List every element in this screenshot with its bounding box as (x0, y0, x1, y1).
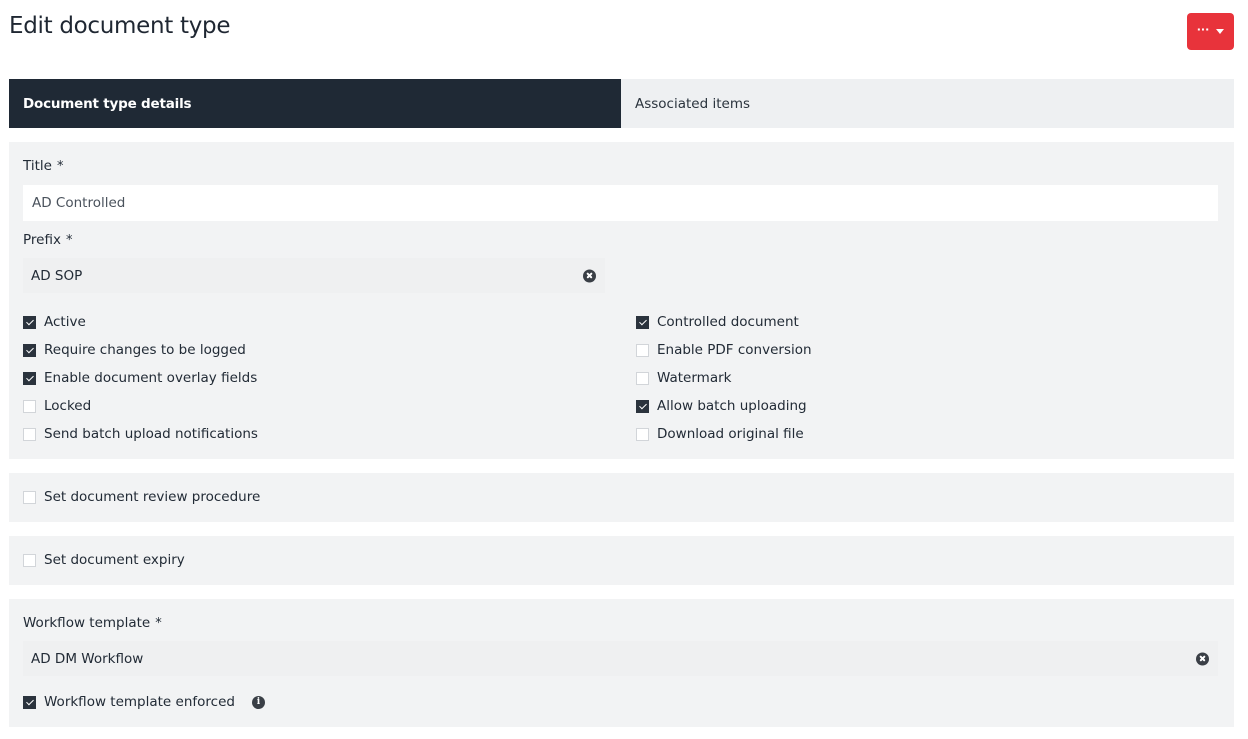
document-type-details-panel: Title * AD Controlled Prefix * AD SOP Acti… (9, 142, 1234, 459)
required-mark: * (56, 159, 64, 174)
more-actions-button[interactable]: ··· (1187, 13, 1234, 50)
prefix-label: Prefix * (23, 232, 73, 248)
workflow-template-label: Workflow template * (23, 615, 162, 631)
tab-associated-items[interactable]: Associated items (621, 79, 1234, 128)
checkbox[interactable] (23, 695, 36, 709)
clear-icon[interactable] (1196, 652, 1209, 665)
checkbox[interactable] (23, 371, 36, 385)
tab-bar: Document type details Associated items (9, 79, 1234, 128)
checkbox[interactable] (636, 371, 649, 385)
required-mark: * (155, 616, 162, 631)
workflow-template-value: AD DM Workflow (31, 650, 144, 667)
checkbox[interactable] (23, 490, 36, 504)
option-active[interactable]: Active (23, 312, 86, 332)
page-title: Edit document type (9, 13, 231, 39)
workflow-template-select[interactable]: AD DM Workflow (23, 641, 1218, 676)
option-allow-batch-uploading[interactable]: Allow batch uploading (636, 396, 807, 416)
checkbox[interactable] (23, 553, 36, 567)
checkbox[interactable] (23, 427, 36, 441)
prefix-value: AD SOP (31, 267, 83, 284)
checkbox[interactable] (636, 343, 649, 357)
option-watermark[interactable]: Watermark (636, 368, 731, 388)
prefix-select[interactable]: AD SOP (23, 258, 605, 293)
title-input[interactable]: AD Controlled (23, 185, 1218, 221)
review-procedure-panel: Set document review procedure (9, 473, 1234, 522)
option-controlled-document[interactable]: Controlled document (636, 312, 799, 332)
workflow-panel: Workflow template * AD DM Workflow Workfl… (9, 599, 1234, 727)
caret-down-icon (1216, 29, 1225, 34)
checkbox[interactable] (23, 343, 36, 357)
option-enable-overlay-fields[interactable]: Enable document overlay fields (23, 368, 257, 388)
document-expiry-panel: Set document expiry (9, 536, 1234, 585)
option-enable-pdf-conversion[interactable]: Enable PDF conversion (636, 340, 812, 360)
option-require-changes-logged[interactable]: Require changes to be logged (23, 340, 246, 360)
title-label: Title * (23, 158, 64, 174)
tab-document-type-details[interactable]: Document type details (9, 79, 621, 128)
clear-icon[interactable] (583, 269, 596, 282)
checkbox[interactable] (636, 427, 649, 441)
checkbox[interactable] (23, 399, 36, 413)
option-workflow-template-enforced[interactable]: Workflow template enforced i (23, 692, 265, 712)
option-send-batch-upload-notifications[interactable]: Send batch upload notifications (23, 424, 258, 444)
option-download-original-file[interactable]: Download original file (636, 424, 804, 444)
option-set-document-review-procedure[interactable]: Set document review procedure (23, 487, 260, 507)
info-icon[interactable]: i (251, 695, 265, 709)
option-locked[interactable]: Locked (23, 396, 91, 416)
checkbox[interactable] (636, 315, 649, 329)
required-mark: * (65, 233, 73, 248)
option-set-document-expiry[interactable]: Set document expiry (23, 550, 185, 570)
more-dots-icon: ··· (1196, 22, 1210, 36)
checkbox[interactable] (23, 315, 36, 329)
checkbox[interactable] (636, 399, 649, 413)
